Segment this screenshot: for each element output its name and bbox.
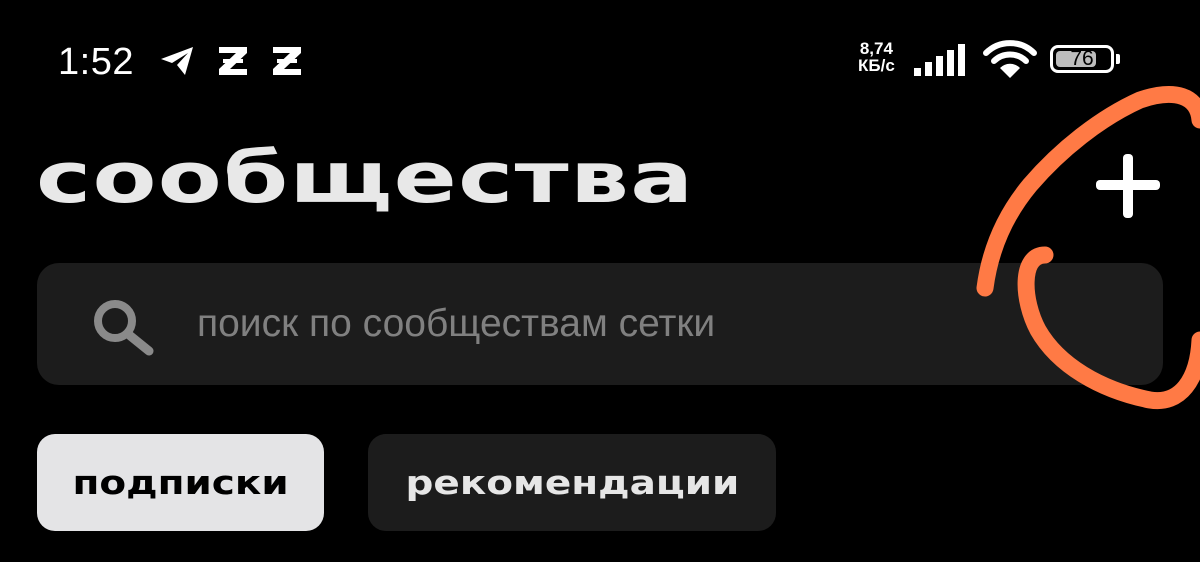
search-input[interactable] [197,294,1097,354]
telegram-icon [161,47,193,75]
tab-subscriptions-label: подписки [72,463,289,502]
wifi-icon [983,40,1037,78]
add-community-button[interactable] [1088,146,1168,226]
battery-level: 76 [1070,47,1094,70]
status-bar: 1:52 8,74 КБ/с 76 [0,0,1200,120]
z-app-icon [273,47,301,75]
battery-indicator: 76 [1050,45,1120,75]
tab-recommendations-label: рекомендации [405,463,739,502]
signal-icon [914,44,965,76]
tab-recommendations[interactable]: рекомендации [368,434,776,531]
tab-subscriptions[interactable]: подписки [37,434,324,531]
battery-cap [1116,54,1120,64]
search-icon [94,300,154,356]
plus-icon [1096,154,1160,218]
status-time: 1:52 [58,41,134,83]
z-app-icon [219,47,247,75]
network-speed-value: 8,74 [859,39,893,58]
page-title: сообщества [36,137,695,219]
search-bar[interactable] [37,263,1163,385]
network-speed: 8,74 КБ/с [858,40,895,74]
network-speed-unit: КБ/с [858,56,895,75]
